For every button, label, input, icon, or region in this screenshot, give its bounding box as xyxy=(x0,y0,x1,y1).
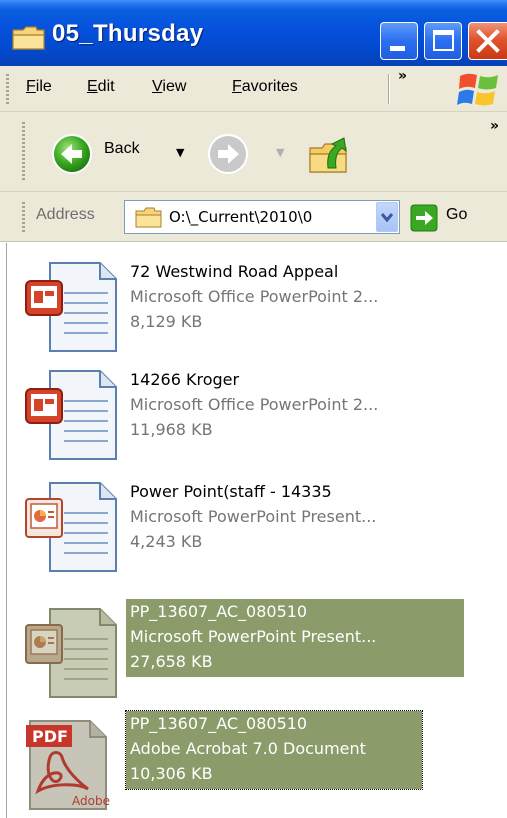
file-type: Microsoft Office PowerPoint 2... xyxy=(130,395,379,414)
menu-bar: File Edit View Favorites » xyxy=(0,66,507,112)
file-name[interactable]: PP_13607_AC_080510 xyxy=(130,602,307,621)
menu-overflow-chevron[interactable]: » xyxy=(398,68,407,84)
file-size: 27,658 KB xyxy=(130,652,213,671)
close-icon xyxy=(476,29,500,53)
menu-edit[interactable]: Edit xyxy=(87,78,115,96)
menu-view[interactable]: View xyxy=(152,78,186,96)
back-button-label[interactable]: Back xyxy=(104,140,140,158)
list-item[interactable]: 14266 Kroger Microsoft Office PowerPoint… xyxy=(16,361,496,461)
folder-icon xyxy=(135,207,163,233)
menu-grip[interactable] xyxy=(6,74,9,104)
forward-arrow-icon xyxy=(208,134,248,174)
file-size: 8,129 KB xyxy=(130,312,203,331)
file-type: Microsoft PowerPoint Present... xyxy=(130,507,377,526)
list-item[interactable]: PDF Adobe PP_13607_AC_080510 Adobe Acrob… xyxy=(16,710,496,811)
file-type: Adobe Acrobat 7.0 Document xyxy=(130,739,366,758)
back-arrow-icon xyxy=(52,134,92,174)
file-type: Microsoft PowerPoint Present... xyxy=(130,627,377,646)
list-item[interactable]: 72 Westwind Road Appeal Microsoft Office… xyxy=(16,253,496,353)
file-name[interactable]: Power Point(staff - 14335 xyxy=(130,482,332,501)
address-bar: Address O:\_Current\2010\0 Go xyxy=(0,192,507,242)
chevron-down-icon xyxy=(380,213,394,223)
maximize-button[interactable] xyxy=(424,22,462,60)
file-size: 10,306 KB xyxy=(130,764,213,783)
file-size: 11,968 KB xyxy=(130,420,213,439)
window-title: 05_Thursday xyxy=(52,20,204,47)
ppt-document-icon xyxy=(20,605,120,705)
pptx-document-icon xyxy=(20,367,120,467)
toolbar-grip[interactable] xyxy=(22,122,25,182)
pdf-document-icon: PDF Adobe xyxy=(20,717,120,817)
list-item[interactable]: PP_13607_AC_080510 Microsoft PowerPoint … xyxy=(16,599,496,699)
menu-favorites[interactable]: Favorites xyxy=(232,78,298,96)
file-name[interactable]: 14266 Kroger xyxy=(130,370,239,389)
up-folder-icon xyxy=(309,137,347,173)
standard-toolbar: » Back ▼ ▼ xyxy=(0,112,507,192)
file-size: 4,243 KB xyxy=(130,532,203,551)
minimize-button[interactable] xyxy=(380,22,418,60)
address-value[interactable]: O:\_Current\2010\0 xyxy=(169,208,381,226)
list-item[interactable]: Power Point(staff - 14335 Microsoft Powe… xyxy=(16,473,496,573)
menu-file[interactable]: File xyxy=(26,78,52,96)
file-type: Microsoft Office PowerPoint 2... xyxy=(130,287,379,306)
address-dropdown-button[interactable] xyxy=(376,202,398,232)
address-label: Address xyxy=(36,206,95,223)
address-grip[interactable] xyxy=(22,202,25,232)
close-button[interactable] xyxy=(468,22,507,60)
menu-separator xyxy=(388,74,390,104)
file-name[interactable]: PP_13607_AC_080510 xyxy=(130,714,307,733)
forward-dropdown-icon[interactable]: ▼ xyxy=(276,146,284,159)
windows-logo-icon xyxy=(456,70,502,114)
ppt-document-icon xyxy=(20,479,120,579)
back-dropdown-icon[interactable]: ▼ xyxy=(176,146,184,159)
forward-button[interactable] xyxy=(206,132,250,180)
folder-icon xyxy=(12,25,46,55)
go-button[interactable] xyxy=(410,204,438,236)
svg-text:Adobe: Adobe xyxy=(72,794,110,808)
go-button-label[interactable]: Go xyxy=(446,206,467,224)
svg-text:PDF: PDF xyxy=(32,727,68,746)
file-name[interactable]: 72 Westwind Road Appeal xyxy=(130,262,338,281)
toolbar-overflow-chevron[interactable]: » xyxy=(490,118,499,134)
address-input[interactable]: O:\_Current\2010\0 xyxy=(124,200,400,234)
maximize-icon xyxy=(433,30,454,51)
minimize-icon xyxy=(390,46,405,51)
back-button[interactable] xyxy=(50,132,94,176)
go-arrow-icon xyxy=(410,204,438,232)
up-folder-button[interactable] xyxy=(308,134,352,180)
pptx-document-icon xyxy=(20,259,120,359)
title-bar[interactable]: 05_Thursday xyxy=(0,0,507,66)
file-list[interactable]: 72 Westwind Road Appeal Microsoft Office… xyxy=(0,243,507,818)
